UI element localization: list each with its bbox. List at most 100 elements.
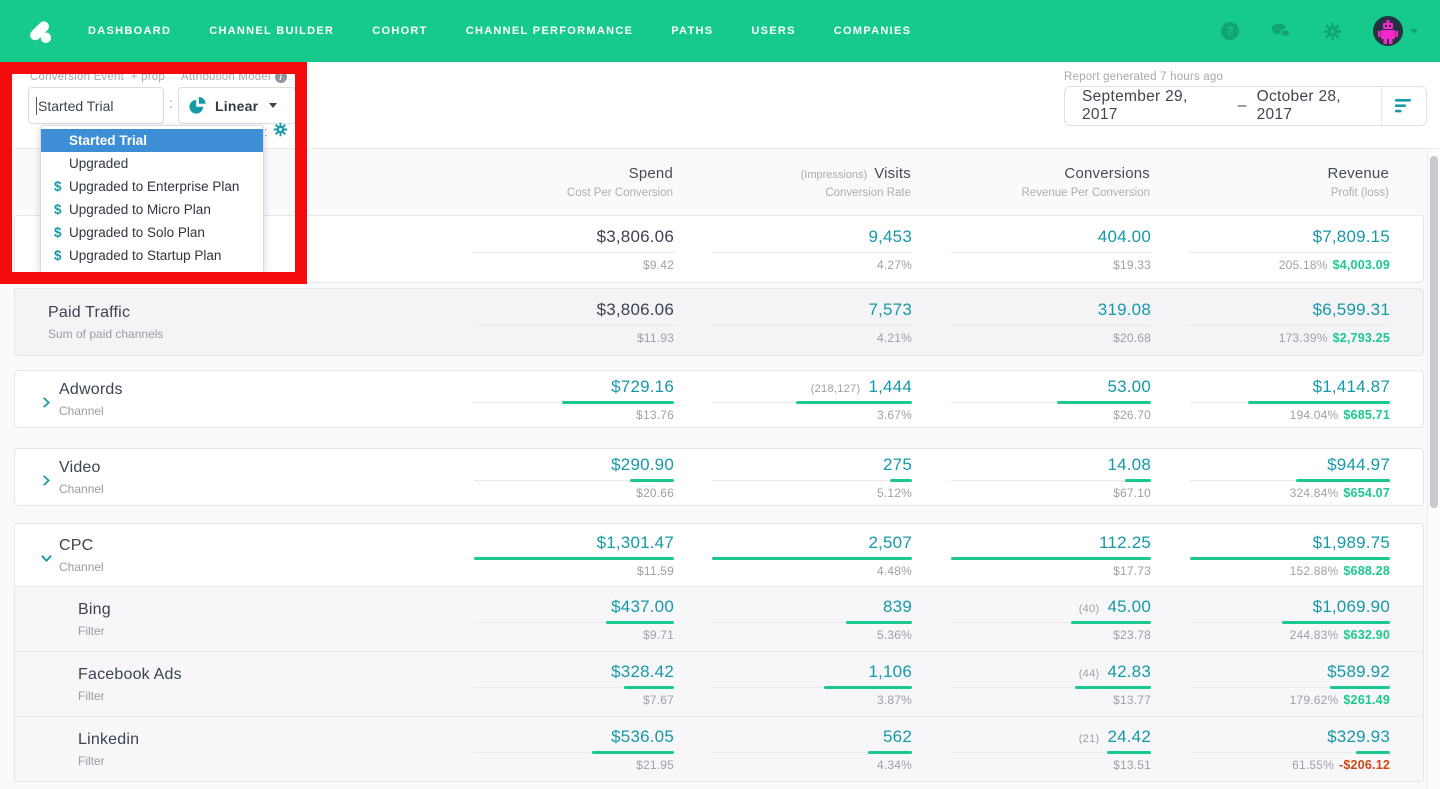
value-bar-track	[474, 556, 674, 560]
header-conversions-label: Conversions	[1064, 164, 1150, 182]
cell-conversions: (44) 42.83 $13.77	[912, 662, 1151, 707]
chat-icon[interactable]	[1271, 21, 1291, 41]
top-nav: DASHBOARD CHANNEL BUILDER COHORT CHANNEL PE…	[0, 0, 1440, 62]
row-subtitle: Channel	[59, 481, 104, 496]
row-title: Facebook Ads	[78, 665, 182, 683]
event-menu-item-label: Upgraded to Startup Plan	[69, 248, 222, 263]
metric-value: 42.83	[1107, 661, 1151, 681]
row-title: Video	[59, 458, 101, 476]
event-menu-item[interactable]: $ Upgraded to Enterprise Plan	[41, 175, 263, 198]
cell-conversions: 112.25 $17.73	[912, 533, 1151, 578]
metric-value: $6,599.31	[1312, 299, 1390, 319]
profit-percent: 205.18%	[1278, 257, 1328, 272]
row-title: Adwords	[59, 380, 123, 398]
chevron-right-icon[interactable]	[41, 473, 53, 486]
value-bar-fill	[1330, 685, 1390, 689]
profit-percent: 194.04%	[1289, 407, 1339, 422]
header-spend[interactable]: Spend Cost Per Conversion	[435, 165, 673, 199]
cell-visits: 275 5.12%	[674, 455, 912, 500]
value-bar-track	[474, 478, 674, 482]
nav-item-users[interactable]: USERS	[751, 25, 795, 37]
metric-value: 1,106	[868, 661, 912, 681]
scrollbar-thumb[interactable]	[1430, 156, 1438, 508]
table-row-linkedin[interactable]: Linkedin Filter $536.05 $21.95 562 4.34% (21) 2…	[15, 716, 1423, 781]
gear-icon[interactable]	[1322, 21, 1342, 41]
cell-spend: $290.90 $20.66	[436, 455, 674, 500]
nav-item-dashboard[interactable]: DASHBOARD	[88, 25, 171, 37]
value-bar-fill	[1107, 750, 1151, 754]
value-bar-fill	[1296, 478, 1390, 482]
app-logo[interactable]	[22, 12, 60, 50]
nav-item-channel-performance[interactable]: CHANNEL PERFORMANCE	[466, 25, 634, 37]
metric-value: 404.00	[1097, 226, 1151, 246]
header-conversions[interactable]: Conversions Revenue Per Conversion	[911, 164, 1151, 199]
cell-spend: $3,806.06 $9.42	[436, 227, 674, 272]
cell-conversions: 53.00 $26.70	[912, 377, 1151, 422]
user-menu[interactable]	[1373, 16, 1418, 46]
metric-subvalue: $20.68	[1113, 330, 1151, 345]
metric-subvalue: $20.66	[636, 485, 674, 500]
chevron-right-icon[interactable]	[41, 395, 53, 408]
value-bar-fill	[1125, 478, 1151, 482]
event-menu-item[interactable]: Upgraded	[41, 152, 263, 175]
value-bar-track	[474, 251, 674, 254]
event-menu-item[interactable]: Started Trial	[41, 129, 263, 152]
vertical-scrollbar[interactable]	[1427, 149, 1440, 789]
nav-item-paths[interactable]: PATHS	[671, 25, 713, 37]
event-menu-item[interactable]: $ Upgraded to Startup Plan	[41, 244, 263, 267]
row-title: Paid Traffic	[48, 303, 131, 321]
cell-visits: 562 4.34%	[674, 727, 912, 772]
conversion-event-input[interactable]: Started Trial	[28, 87, 164, 124]
value-bar-fill	[1071, 620, 1151, 624]
table-row-bing[interactable]: Bing Filter $437.00 $9.71 839 5.36% (40) 45.00 $…	[15, 586, 1423, 651]
event-menu-item[interactable]: $ Upgraded to Micro Plan	[41, 198, 263, 221]
add-prop-link[interactable]: + prop	[131, 71, 165, 83]
report-generated-label: Report generated 7 hours ago	[1064, 71, 1224, 83]
conversion-event-label-text: Conversion Event	[30, 71, 124, 83]
chevron-down-icon[interactable]	[41, 551, 53, 563]
row-subtitle: Filter	[78, 753, 105, 768]
table-row-paid-traffic: Paid Traffic Sum of paid channels $3,806.0…	[15, 289, 1423, 355]
cell-conversions: 14.08 $67.10	[912, 455, 1151, 500]
header-revenue[interactable]: Revenue Profit (loss)	[1150, 165, 1389, 199]
metric-subvalue: 205.18% $4,003.09	[1279, 258, 1390, 272]
table-row-cpc[interactable]: CPC Channel $1,301.47 $11.59 2,507 4.48% 112.2…	[15, 524, 1423, 586]
metric-subvalue: $9.71	[642, 627, 674, 642]
header-visits[interactable]: (Impressions) Visits Conversion Rate	[673, 165, 911, 199]
metric-subvalue: 152.88% $688.28	[1290, 564, 1390, 578]
info-icon[interactable]: i	[274, 71, 287, 83]
value-bar-fill	[562, 400, 674, 404]
event-menu-item[interactable]: $ Upgraded to Solo Plan	[41, 221, 263, 244]
value-bar-track	[951, 750, 1151, 754]
table-row-facebook-ads[interactable]: Facebook Ads Filter $328.42 $7.67 1,106 3.87%…	[15, 651, 1423, 716]
row-subtitle: Channel	[59, 559, 104, 574]
settings-gear-icon[interactable]	[273, 122, 288, 142]
metric-subvalue: 5.36%	[876, 627, 912, 642]
cell-spend: $536.05 $21.95	[436, 727, 674, 772]
nav-item-cohort[interactable]: COHORT	[372, 25, 427, 37]
value-bar-track	[712, 400, 912, 404]
table-row-adwords[interactable]: Adwords Channel $729.16 $13.76 (218,127) 1,44…	[15, 371, 1423, 427]
metric-subvalue: 3.87%	[876, 692, 912, 707]
date-range-picker[interactable]: September 29, 2017 – October 28, 2017	[1064, 86, 1427, 126]
caret-down-icon[interactable]	[1410, 28, 1418, 34]
metric-subvalue: $11.59	[636, 563, 674, 578]
table-row-video[interactable]: Video Channel $290.90 $20.66 275 5.12% 14.08 $6…	[15, 449, 1423, 505]
metric-subvalue: $7.67	[642, 692, 674, 707]
date-filter-icon[interactable]	[1381, 87, 1426, 125]
nav-item-companies[interactable]: COMPANIES	[834, 25, 912, 37]
avatar[interactable]	[1373, 16, 1403, 46]
header-spend-sublabel: Cost Per Conversion	[566, 186, 673, 199]
metric-value: 319.08	[1097, 299, 1151, 319]
help-icon[interactable]: ?	[1220, 21, 1240, 41]
metric-value: 2,507	[868, 532, 912, 552]
nav-item-channel-builder[interactable]: CHANNEL BUILDER	[209, 25, 334, 37]
metric-subvalue: 244.83% $632.90	[1290, 628, 1390, 642]
event-menu-item-label: Upgraded to Micro Plan	[69, 202, 211, 217]
profit-percent: 324.84%	[1289, 485, 1339, 500]
cell-spend: $3,806.06 $11.93	[436, 300, 674, 345]
profit-amount: $685.71	[1343, 407, 1390, 422]
metric-subvalue: $13.77	[1113, 692, 1151, 707]
table-card: Video Channel $290.90 $20.66 275 5.12% 14.08 $6…	[14, 448, 1424, 506]
attribution-model-select[interactable]: Linear	[178, 87, 296, 124]
